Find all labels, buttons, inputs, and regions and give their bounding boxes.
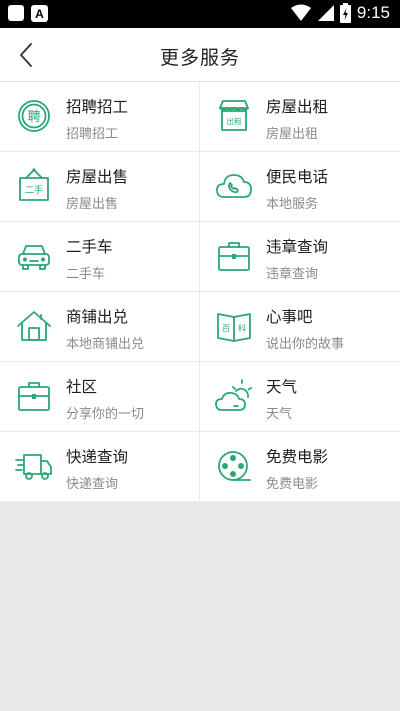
services-row: 聘 招聘招工 招聘招工 出租 房屋出租 房屋出租 (0, 82, 400, 152)
service-heart-talk[interactable]: 百 科 心事吧 说出你的故事 (200, 292, 400, 361)
book-icon: 百 科 (217, 313, 251, 342)
service-title: 心事吧 (266, 308, 313, 326)
service-house-rent[interactable]: 出租 房屋出租 房屋出租 (200, 82, 400, 151)
services-row: 快递查询 快递查询 免费电影 免费电影 (0, 432, 400, 502)
wifi-icon (290, 4, 311, 21)
service-subtitle: 本地服务 (266, 197, 319, 212)
car-icon (18, 245, 50, 270)
service-title: 房屋出租 (266, 98, 329, 116)
service-used-car[interactable]: 二手车 二手车 (0, 222, 200, 291)
service-shop[interactable]: 商铺出兑 本地商铺出兑 (0, 292, 200, 361)
weather-icon (215, 379, 252, 411)
service-subtitle: 免费电影 (266, 477, 319, 492)
battery-charging-icon (339, 3, 351, 23)
service-title: 便民电话 (266, 168, 329, 186)
house-rent-badge-text: 出租 (227, 116, 242, 126)
service-title: 快递查询 (66, 448, 129, 466)
service-title: 二手车 (66, 238, 113, 256)
service-phone[interactable]: 便民电话 本地服务 (200, 152, 400, 221)
community-bag-icon (18, 382, 50, 411)
house-sale-badge-text: 二手 (25, 184, 43, 196)
service-recruit[interactable]: 聘 招聘招工 招聘招工 (0, 82, 200, 151)
recruit-badge-text: 聘 (27, 110, 40, 125)
services-row: 社区 分享你的一切 天气 天气 (0, 362, 400, 432)
film-reel-icon (218, 451, 251, 481)
service-subtitle: 快递查询 (66, 477, 119, 492)
services-row: 二手车 二手车 违章查询 违章查询 (0, 222, 400, 292)
house-rent-icon: 出租 (219, 100, 249, 131)
recruit-icon: 聘 (18, 100, 50, 132)
services-row: 商铺出兑 本地商铺出兑 百 科 心事吧 说出你的故事 (0, 292, 400, 362)
service-free-movie[interactable]: 免费电影 免费电影 (200, 432, 400, 501)
service-title: 商铺出兑 (66, 308, 129, 326)
service-title: 违章查询 (266, 238, 329, 256)
briefcase-icon (218, 242, 250, 271)
signal-icon (317, 5, 334, 21)
service-subtitle: 违章查询 (266, 267, 319, 282)
service-subtitle: 天气 (266, 407, 293, 422)
service-community[interactable]: 社区 分享你的一切 (0, 362, 200, 431)
service-title: 招聘招工 (66, 98, 129, 116)
a-notification-icon: A (31, 5, 48, 22)
delivery-truck-icon (15, 454, 52, 480)
shop-house-icon (17, 311, 51, 341)
house-sale-icon: 二手 (19, 168, 49, 201)
notification-square-icon (8, 5, 24, 21)
status-bar: A 9:15 (0, 0, 400, 28)
book-badge-right-text: 科 (238, 323, 246, 333)
header-bar: 更多服务 (0, 28, 400, 82)
services-grid: 聘 招聘招工 招聘招工 出租 房屋出租 房屋出租 二手 房屋出售 房屋出售 便民… (0, 82, 400, 502)
service-subtitle: 分享你的一切 (66, 407, 145, 422)
status-time: 9:15 (356, 3, 390, 22)
page-title: 更多服务 (159, 47, 240, 69)
services-row: 二手 房屋出售 房屋出售 便民电话 本地服务 (0, 152, 400, 222)
service-express[interactable]: 快递查询 快递查询 (0, 432, 200, 501)
book-badge-left-text: 百 (222, 324, 230, 333)
phone-cloud-icon (216, 174, 252, 198)
service-house-sale[interactable]: 二手 房屋出售 房屋出售 (0, 152, 200, 221)
service-subtitle: 二手车 (66, 267, 106, 282)
service-subtitle: 房屋出租 (266, 127, 319, 142)
service-subtitle: 招聘招工 (66, 127, 119, 142)
service-weather[interactable]: 天气 天气 (200, 362, 400, 431)
service-title: 房屋出售 (66, 168, 129, 186)
service-title: 社区 (66, 378, 98, 396)
service-subtitle: 说出你的故事 (266, 337, 345, 352)
service-title: 免费电影 (266, 448, 329, 466)
service-subtitle: 房屋出售 (66, 197, 119, 212)
service-subtitle: 本地商铺出兑 (66, 337, 145, 352)
service-violation[interactable]: 违章查询 违章查询 (200, 222, 400, 291)
service-title: 天气 (266, 378, 298, 396)
